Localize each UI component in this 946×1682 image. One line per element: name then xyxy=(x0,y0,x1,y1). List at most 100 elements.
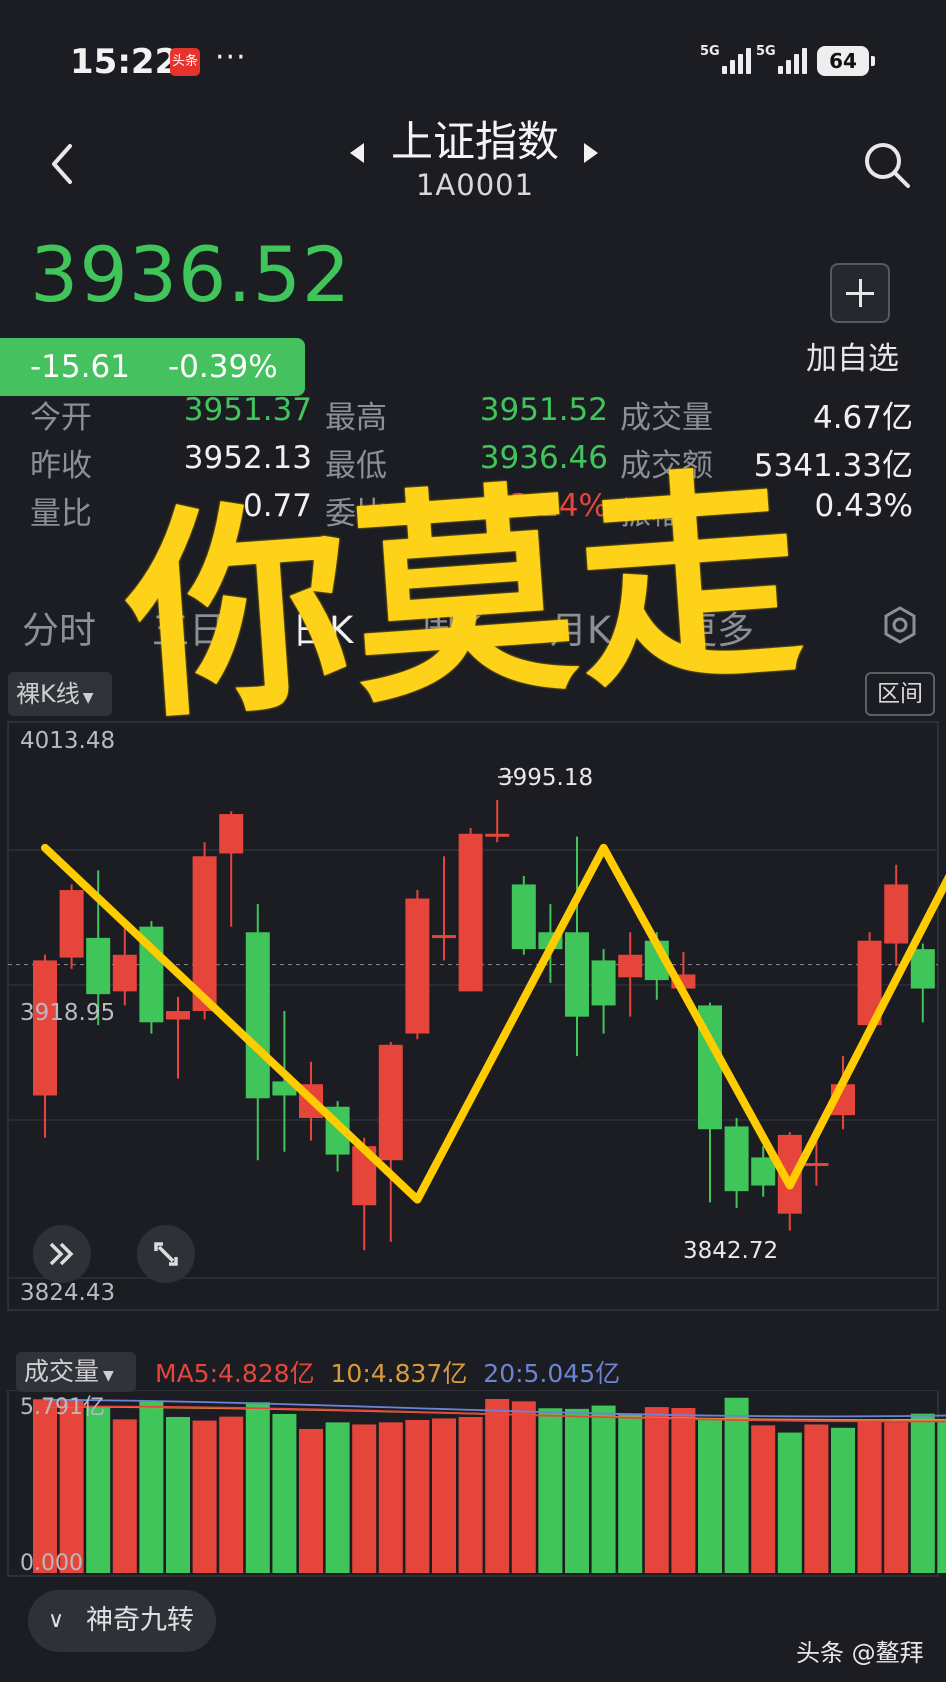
signal-icon-2: 5G xyxy=(756,44,824,78)
volume-bar xyxy=(219,1416,244,1573)
volume-bar xyxy=(831,1427,855,1573)
stat-value: 3951.37 xyxy=(183,392,312,428)
volume-bar xyxy=(644,1407,669,1573)
candle-body xyxy=(166,1011,190,1020)
change-badge: -15.61 -0.39% xyxy=(0,338,305,396)
volume-label: 成交量 xyxy=(24,1357,100,1386)
volume-bar xyxy=(166,1416,190,1573)
tab-0[interactable]: 分时 xyxy=(22,600,96,654)
volume-bar xyxy=(86,1406,111,1573)
status-time: 15:22 xyxy=(70,42,179,82)
candle-body xyxy=(86,937,111,995)
stat-label: 昨收 xyxy=(30,448,92,484)
volume-max-label: 5.791亿 xyxy=(20,1395,105,1420)
candle-body xyxy=(485,833,510,837)
stat-value: 4.67亿 xyxy=(812,400,913,436)
y-axis-label: 3918.95 xyxy=(20,1000,115,1026)
magic-nine-label: 神奇九转 xyxy=(86,1605,194,1636)
volume-bar xyxy=(751,1425,776,1573)
volume-bar xyxy=(884,1422,909,1573)
stat-value: 0.43% xyxy=(814,488,913,524)
volume-bar xyxy=(857,1420,882,1573)
network-label-1: 5G xyxy=(700,44,720,59)
kline-type-label: 裸K线 xyxy=(16,680,80,708)
candle-body xyxy=(751,1157,776,1186)
volume-bar xyxy=(511,1401,536,1573)
fullscreen-button[interactable] xyxy=(137,1225,195,1283)
settings-icon[interactable] xyxy=(880,605,920,645)
candle-body xyxy=(33,960,57,1096)
candle-body xyxy=(219,814,244,854)
y-axis-label: 4013.48 xyxy=(20,728,115,754)
search-icon[interactable] xyxy=(862,140,912,190)
y-axis-label: 3824.43 xyxy=(20,1280,115,1306)
candle-body xyxy=(378,1044,403,1161)
volume-bar xyxy=(33,1399,57,1573)
volume-bar xyxy=(937,1422,946,1573)
candle-body xyxy=(724,1126,749,1192)
chevron-down-icon: ∨ xyxy=(48,1608,65,1633)
candle-body xyxy=(565,932,589,1017)
volume-indicator-select[interactable]: 成交量 ▼ xyxy=(16,1352,136,1392)
volume-bar xyxy=(378,1422,403,1573)
range-button[interactable]: 区间 xyxy=(865,672,935,716)
next-stock-icon[interactable] xyxy=(582,142,600,164)
chart-labels: 4013.483918.953824.433995.183842.722026/… xyxy=(20,728,778,1306)
volume-chart[interactable]: 5.791亿 0.000 xyxy=(0,1390,946,1580)
candle-body xyxy=(884,884,909,944)
volume-bar xyxy=(139,1401,164,1573)
stat-label: 量比 xyxy=(30,496,92,532)
zigzag-overlay xyxy=(41,843,946,1204)
volume-bar xyxy=(485,1398,510,1573)
page-title: 上证指数 xyxy=(390,117,559,166)
volume-bar xyxy=(724,1397,749,1573)
volume-bar xyxy=(59,1399,84,1573)
candle-body xyxy=(910,949,935,989)
expand-chart-button[interactable] xyxy=(33,1225,91,1283)
fullscreen-icon xyxy=(154,1242,178,1266)
volume-bar xyxy=(325,1422,350,1573)
volume-bar xyxy=(777,1432,802,1573)
candle-body xyxy=(804,1163,829,1167)
chevron-left-icon[interactable] xyxy=(44,142,84,186)
candle-body xyxy=(432,935,456,939)
volume-bars xyxy=(7,1390,946,1577)
volume-bar xyxy=(112,1419,137,1573)
candle-body xyxy=(112,954,137,992)
add-watchlist-label[interactable]: 加自选 xyxy=(806,333,899,378)
volume-bar xyxy=(405,1419,430,1573)
volume-bar xyxy=(698,1419,722,1573)
volume-bar xyxy=(671,1407,696,1573)
app-badge-icon: 头条 xyxy=(170,48,200,76)
volume-bar xyxy=(458,1416,483,1573)
volume-bar xyxy=(352,1424,377,1573)
ma20-value: 20:5.045亿 xyxy=(483,1359,621,1388)
zigzag-line xyxy=(41,843,946,1204)
ma10-value: 10:4.837亿 xyxy=(330,1359,468,1388)
current-price: 3936.52 xyxy=(30,230,352,319)
high-price-label: 3995.18 xyxy=(498,765,593,791)
network-label-2: 5G xyxy=(756,44,776,59)
candle-body xyxy=(59,890,84,958)
double-chevron-right-icon xyxy=(49,1242,74,1266)
ma5-value: MA5:4.828亿 xyxy=(155,1359,315,1388)
caret-down-icon: ▼ xyxy=(103,1368,114,1384)
prev-stock-icon[interactable] xyxy=(348,142,366,164)
stock-code: 1A0001 xyxy=(415,168,535,202)
volume-bar xyxy=(804,1424,829,1573)
magic-nine-button[interactable]: ∨ 神奇九转 xyxy=(28,1590,216,1652)
volume-bar xyxy=(245,1402,270,1573)
volume-bar xyxy=(591,1405,616,1573)
volume-bar xyxy=(299,1428,323,1573)
caret-down-icon: ▼ xyxy=(82,690,94,706)
volume-bar xyxy=(910,1413,935,1573)
more-notifications-icon: ··· xyxy=(215,40,247,75)
kline-type-select[interactable]: 裸K线 ▼ xyxy=(8,672,112,716)
candle-body xyxy=(245,932,270,1099)
candle-body xyxy=(458,833,483,992)
candle-body xyxy=(405,898,430,1034)
candle-body xyxy=(591,960,616,1006)
candle-body xyxy=(511,884,536,950)
low-price-label: 3842.72 xyxy=(683,1238,778,1264)
add-watchlist-button[interactable] xyxy=(830,263,890,323)
